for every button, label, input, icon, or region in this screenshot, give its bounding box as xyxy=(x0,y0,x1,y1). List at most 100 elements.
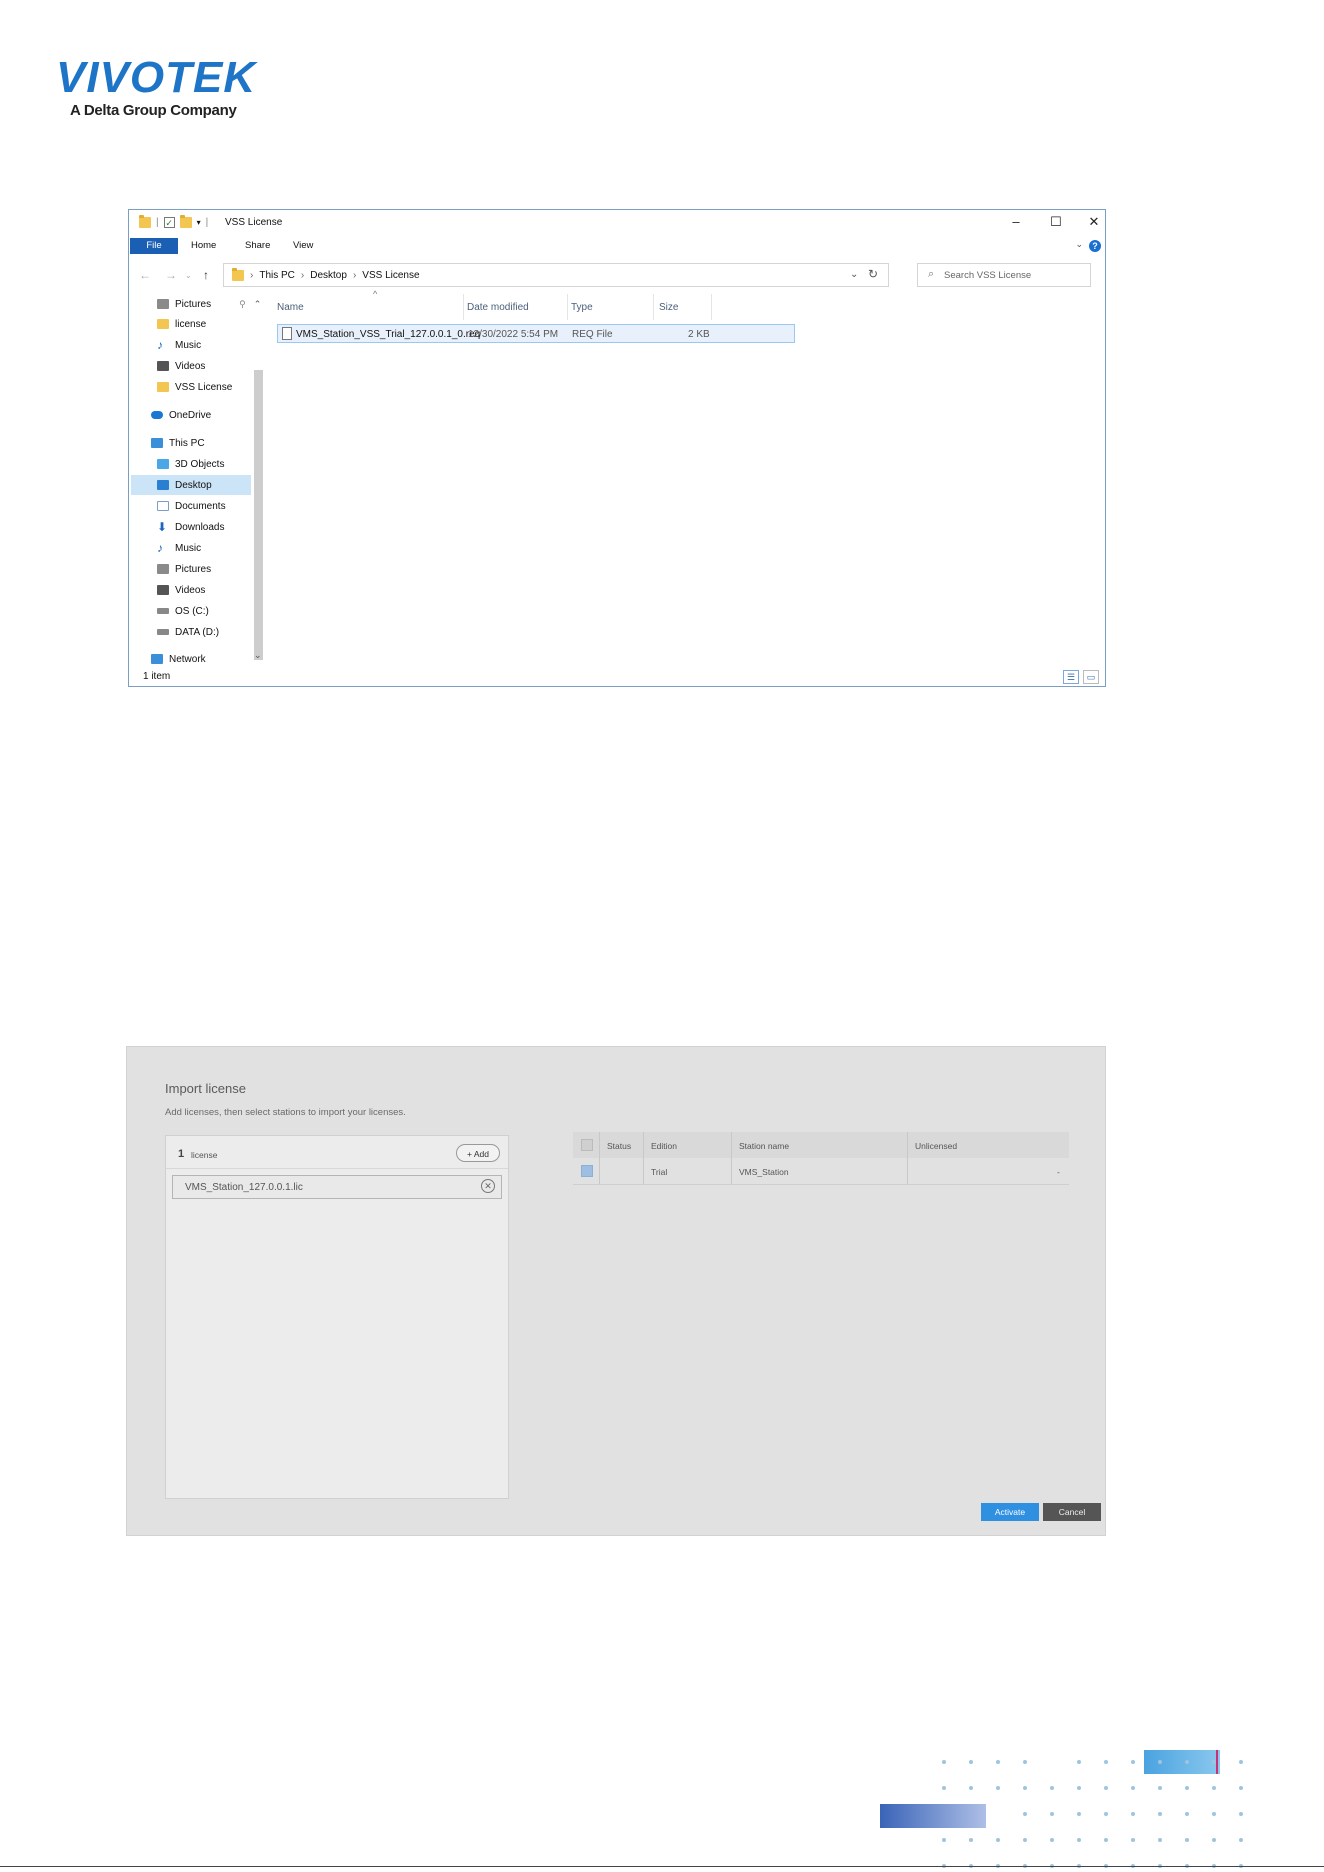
sidebar-item-documents[interactable]: Documents xyxy=(157,496,226,516)
folder-icon xyxy=(157,319,169,329)
sidebar-item-license[interactable]: license xyxy=(157,314,206,334)
sidebar-item-desktop[interactable]: Desktop xyxy=(131,475,251,495)
sidebar-item-3d-objects[interactable]: 3D Objects xyxy=(157,454,224,474)
back-icon[interactable]: ← xyxy=(139,268,151,282)
column-header-station-name: Station name xyxy=(739,1141,790,1151)
decorative-dot xyxy=(942,1786,946,1790)
sidebar-item-this-pc[interactable]: This PC xyxy=(151,433,205,453)
downloads-icon: ⬇ xyxy=(157,520,168,534)
decorative-dot xyxy=(1212,1786,1216,1790)
column-header-type[interactable]: Type xyxy=(571,302,593,313)
status-bar: 1 item ☰ ▭ xyxy=(129,668,1105,686)
sidebar-item-pictures-pinned[interactable]: Pictures ⚲ ⌃ xyxy=(157,294,261,314)
scroll-down-icon[interactable]: ⌄ xyxy=(254,650,262,661)
sidebar-item-data-d[interactable]: DATA (D:) xyxy=(157,622,219,642)
up-icon[interactable]: ↑ xyxy=(203,268,209,282)
table-row[interactable]: Trial VMS_Station - xyxy=(573,1158,1069,1185)
decorative-dot xyxy=(1131,1812,1135,1816)
sidebar-item-music-2[interactable]: ♪ Music xyxy=(157,538,201,558)
details-view-icon[interactable]: ☰ xyxy=(1063,670,1079,684)
navigation-pane: Pictures ⚲ ⌃ license ♪ Music Videos VSS … xyxy=(131,294,261,665)
forward-icon[interactable]: → xyxy=(165,268,177,282)
this-pc-icon xyxy=(151,438,163,448)
tab-view[interactable]: View xyxy=(293,238,313,254)
window-title: VSS License xyxy=(225,217,283,228)
decorative-dot xyxy=(1104,1760,1108,1764)
decorative-dot xyxy=(1239,1812,1243,1816)
pictures-icon xyxy=(157,299,169,309)
expand-ribbon-icon[interactable]: ⌄ xyxy=(1075,239,1083,250)
sidebar-item-downloads[interactable]: ⬇ Downloads xyxy=(157,517,224,537)
import-license-dialog: Import license Add licenses, then select… xyxy=(126,1046,1106,1536)
sidebar-item-pictures[interactable]: Pictures xyxy=(157,559,211,579)
address-dropdown-icon[interactable]: ⌄ xyxy=(850,269,858,280)
tab-file[interactable]: File xyxy=(130,238,178,254)
drive-icon xyxy=(157,608,169,614)
decorative-dot xyxy=(1212,1838,1216,1842)
sidebar-item-onedrive[interactable]: OneDrive xyxy=(151,405,211,425)
decorative-dot xyxy=(1131,1760,1135,1764)
file-row[interactable]: VMS_Station_VSS_Trial_127.0.0.1_0.req 12… xyxy=(277,324,795,343)
sidebar-scrollbar[interactable]: ⌄ xyxy=(253,294,264,664)
address-bar[interactable]: › This PC › Desktop › VSS License ⌄ ↻ xyxy=(223,263,889,287)
cancel-button[interactable]: Cancel xyxy=(1043,1503,1101,1521)
license-file-name: VMS_Station_127.0.0.1.lic xyxy=(185,1182,303,1193)
documents-icon xyxy=(157,501,169,511)
new-folder-icon[interactable] xyxy=(179,215,192,228)
refresh-icon[interactable]: ↻ xyxy=(868,267,878,281)
maximize-button[interactable]: ☐ xyxy=(1041,214,1071,230)
decorative-dot-pattern xyxy=(880,1744,1260,1872)
decorative-dot xyxy=(1158,1812,1162,1816)
scrollbar-thumb[interactable] xyxy=(254,370,263,660)
breadcrumb-desktop[interactable]: Desktop xyxy=(310,270,347,281)
breadcrumb-this-pc[interactable]: This PC xyxy=(259,270,295,281)
row-checkbox[interactable] xyxy=(581,1165,593,1177)
decorative-dot xyxy=(1239,1760,1243,1764)
decorative-dot xyxy=(942,1838,946,1842)
decorative-dot xyxy=(1239,1786,1243,1790)
tab-share[interactable]: Share xyxy=(245,238,270,254)
sidebar-item-videos-2[interactable]: Videos xyxy=(157,580,205,600)
column-header-date-modified[interactable]: Date modified xyxy=(467,302,529,313)
sidebar-item-os-c[interactable]: OS (C:) xyxy=(157,601,209,621)
customize-dropdown-icon[interactable]: ▾ xyxy=(197,218,201,227)
add-license-button[interactable]: + Add xyxy=(456,1144,500,1162)
column-header-unlicensed: Unlicensed xyxy=(915,1141,958,1151)
decorative-dot xyxy=(1050,1838,1054,1842)
decorative-dot xyxy=(1131,1786,1135,1790)
recent-locations-icon[interactable]: ⌄ xyxy=(185,271,192,280)
breadcrumb-vss-license[interactable]: VSS License xyxy=(362,270,419,281)
sidebar-item-network[interactable]: Network xyxy=(151,649,206,669)
column-header-size[interactable]: Size xyxy=(659,302,678,313)
navigation-bar: ← → ⌄ ↑ › This PC › Desktop › VSS Licens… xyxy=(129,262,1105,288)
remove-license-icon[interactable]: ✕ xyxy=(481,1179,495,1193)
folder-icon xyxy=(157,382,169,392)
folder-icon[interactable] xyxy=(139,215,151,228)
decorative-dot xyxy=(1158,1838,1162,1842)
decorative-dot xyxy=(969,1838,973,1842)
sidebar-item-vss-license[interactable]: VSS License xyxy=(157,377,232,397)
decorative-dot xyxy=(1212,1760,1216,1764)
decorative-dot xyxy=(1104,1812,1108,1816)
close-button[interactable]: ✕ xyxy=(1079,214,1109,230)
search-box[interactable]: ⌕ Search VSS License xyxy=(917,263,1091,287)
minimize-button[interactable]: – xyxy=(1001,214,1031,229)
column-header-name[interactable]: Name xyxy=(277,302,304,313)
decorative-dot xyxy=(1050,1786,1054,1790)
sidebar-item-music[interactable]: ♪ Music xyxy=(157,335,201,355)
properties-icon[interactable]: ✓ xyxy=(163,217,175,228)
select-all-checkbox[interactable] xyxy=(581,1139,593,1151)
sidebar-item-videos[interactable]: Videos xyxy=(157,356,205,376)
large-icons-view-icon[interactable]: ▭ xyxy=(1083,670,1099,684)
tab-home[interactable]: Home xyxy=(191,238,216,254)
pin-icon[interactable]: ⚲ xyxy=(239,299,246,310)
activate-button[interactable]: Activate xyxy=(981,1503,1039,1521)
file-list: ^ Name Date modified Type Size VMS_Stati… xyxy=(265,289,1103,664)
help-icon[interactable]: ? xyxy=(1089,240,1101,252)
column-header-edition: Edition xyxy=(651,1141,677,1151)
decorative-dot xyxy=(1185,1838,1189,1842)
row-station-name: VMS_Station xyxy=(739,1167,789,1177)
logo-tagline: A Delta Group Company xyxy=(70,102,237,119)
decorative-dot xyxy=(1023,1786,1027,1790)
decorative-band xyxy=(880,1804,986,1828)
